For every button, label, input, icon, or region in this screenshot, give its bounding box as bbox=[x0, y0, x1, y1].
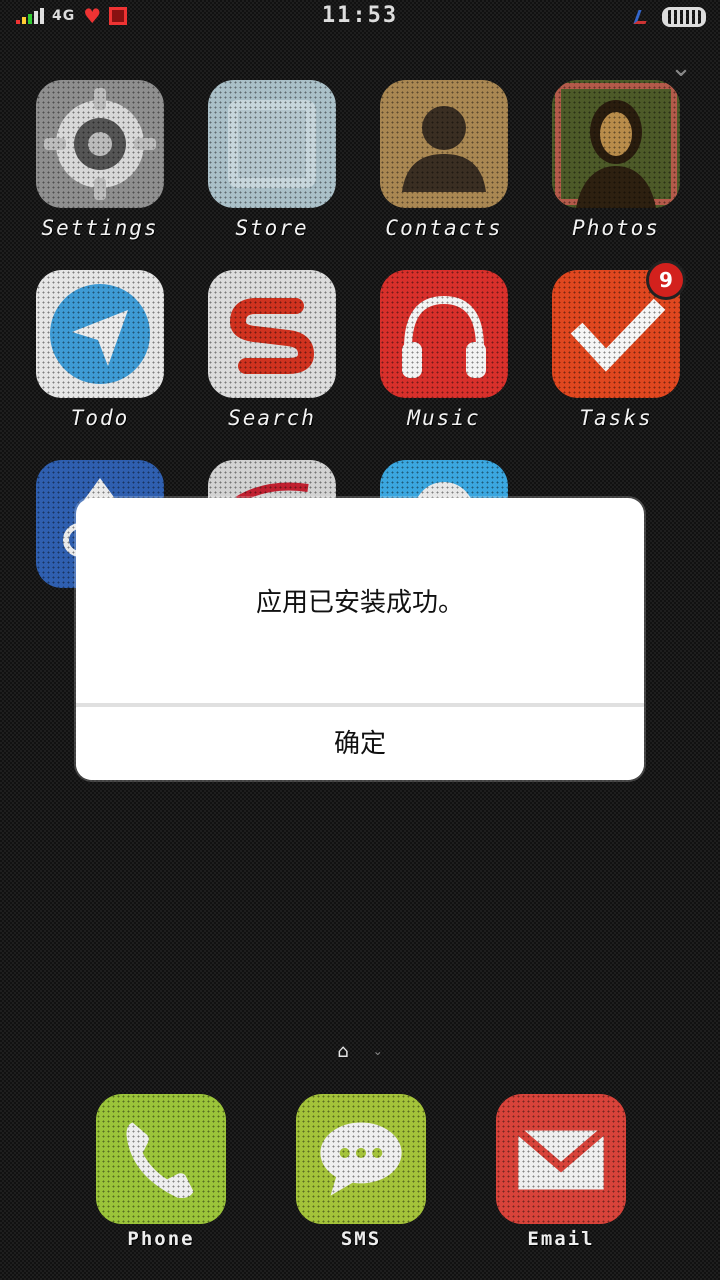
dialog-message: 应用已安装成功。 bbox=[255, 588, 464, 618]
ok-button[interactable]: 确定 bbox=[76, 707, 644, 780]
notification-badge: 9 bbox=[646, 260, 686, 300]
install-success-dialog: 应用已安装成功。 确定 bbox=[76, 498, 644, 780]
home-screen: 4G ♥ 11:53 ⌄ Settings Store Contacts Pho… bbox=[0, 0, 720, 1280]
